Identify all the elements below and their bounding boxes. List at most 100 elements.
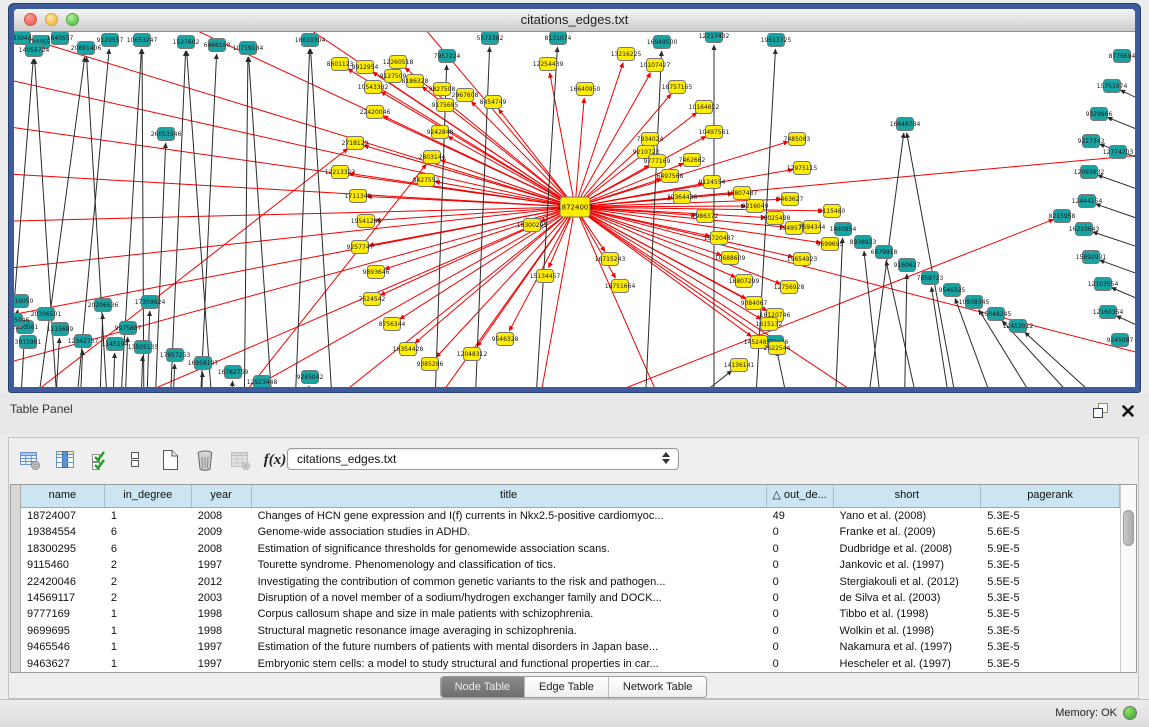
graph-edge <box>1107 117 1135 144</box>
graph-edge <box>172 364 175 387</box>
table-cell: Structural magnetic resonance image aver… <box>252 623 767 639</box>
graph-node-label: 9124554 <box>699 179 726 186</box>
table-row[interactable]: 946362711997Embryonic stem cells: a mode… <box>21 656 1120 672</box>
graph-node-label: 8938923 <box>850 239 877 246</box>
table-cell: 6 <box>105 524 192 540</box>
tab-network-table[interactable]: Network Table <box>609 677 707 697</box>
graph-node-label: 8215958 <box>1049 213 1076 220</box>
float-panel-icon[interactable] <box>1092 402 1109 424</box>
graph-node-label: 9546328 <box>492 336 519 343</box>
cytoscape-screen: citations_edges.txt 18304471203559184055… <box>0 0 1149 727</box>
graph-node-label: 17359924 <box>135 299 166 306</box>
table-cell: 49 <box>767 508 834 524</box>
table-cell: 0 <box>767 524 834 540</box>
column-header-pagerank[interactable]: pagerank <box>981 485 1120 507</box>
table-cell: Hescheler et al. (1997) <box>834 656 982 672</box>
graph-node-label: 2516050 <box>14 298 34 305</box>
close-panel-icon[interactable] <box>1121 404 1135 423</box>
table-cell: 5.3E-5 <box>981 639 1120 655</box>
graph-edge <box>575 98 584 207</box>
column-header-title[interactable]: title <box>252 485 767 507</box>
select-rows-check-icon[interactable] <box>87 447 113 473</box>
new-table-icon[interactable] <box>157 447 183 473</box>
column-header-name[interactable]: name <box>21 485 105 507</box>
graph-edge <box>311 49 334 387</box>
table-cell: Genome-wide association studies in ADHD. <box>252 524 767 540</box>
graph-node-label: 7934024 <box>637 136 664 143</box>
table-cell: 9463627 <box>21 656 105 672</box>
table-cell: 5.3E-5 <box>981 623 1120 639</box>
graph-node-label: 8601123 <box>327 61 354 68</box>
graph-node-label: 20364436 <box>667 194 698 201</box>
table-cell: 0 <box>767 574 834 590</box>
graph-node-label: 9975887 <box>115 325 142 332</box>
column-header-year[interactable]: year <box>192 485 252 507</box>
table-row[interactable]: 911546021997Tourette syndrome. Phenomeno… <box>21 557 1120 573</box>
table-panel-title: Table Panel <box>10 402 73 416</box>
graph-node-label: 20306501 <box>31 311 62 318</box>
tab-node-table[interactable]: Node Table <box>441 677 525 697</box>
table-options-icon[interactable] <box>17 447 43 473</box>
table-cell: Changes of HCN gene expression and I(f) … <box>252 508 767 524</box>
graph-node-label: 18757165 <box>662 84 693 91</box>
graph-node-label: 9160627 <box>894 262 921 269</box>
graph-edge <box>99 314 103 387</box>
vertical-scrollbar[interactable] <box>1120 485 1136 672</box>
table-row[interactable]: 1938455462009Genome-wide association stu… <box>21 524 1120 540</box>
delete-trash-icon[interactable] <box>192 447 218 473</box>
graph-node-label: 12103554 <box>1088 281 1119 288</box>
scrollbar-thumb[interactable] <box>1123 510 1134 546</box>
table-cell: 0 <box>767 656 834 672</box>
graph-node-label: 9699695 <box>817 241 844 248</box>
graph-node-label: 9893646 <box>363 269 390 276</box>
graph-edge <box>244 57 248 387</box>
table-cell: Franke et al. (2009) <box>834 524 982 540</box>
table-selector-dropdown[interactable]: citations_edges.txt <box>287 448 679 470</box>
graph-edge <box>904 274 907 387</box>
table-cell: 1 <box>105 606 192 622</box>
table-row[interactable]: 1830029562008Estimation of significance … <box>21 541 1120 557</box>
graph-node-label: 18300295 <box>517 222 548 229</box>
graph-edge <box>169 51 186 387</box>
memory-ok-indicator[interactable] <box>1123 706 1137 720</box>
graph-node-label: 20206536 <box>88 302 119 309</box>
graph-node-label: 10164612 <box>689 104 720 111</box>
graph-node-label: 7986372 <box>692 213 719 220</box>
table-row[interactable]: 946554611997Estimation of the future num… <box>21 639 1120 655</box>
graph-node-label: 9329966 <box>1086 111 1113 118</box>
table-panel-header: Table Panel <box>0 393 1149 435</box>
table-row[interactable]: 1456911722003Disruption of a novel membe… <box>21 590 1120 606</box>
table-cell: 19384554 <box>21 524 105 540</box>
network-canvas[interactable]: 1830447120355918405571405572420891406912… <box>14 32 1135 387</box>
table-row[interactable]: 2242004622012Investigating the contribut… <box>21 574 1120 590</box>
table-row[interactable]: 1872400712008Changes of HCN gene express… <box>21 508 1120 524</box>
graph-node-label: 13505135 <box>128 344 159 351</box>
table-cell: Stergiakouli et al. (2012) <box>834 574 982 590</box>
graph-node-label: 12975115 <box>787 165 818 172</box>
row-height-icon[interactable] <box>122 447 148 473</box>
graph-node-label: 12260518 <box>383 59 414 66</box>
graph-node-label: 3915901 <box>15 339 42 346</box>
graph-node-label: 8427552 <box>413 177 440 184</box>
function-builder-icon[interactable]: f(x) <box>262 447 288 473</box>
column-header-short[interactable]: short <box>834 485 982 507</box>
table-cell: 1997 <box>192 557 252 573</box>
network-window-titlebar[interactable]: citations_edges.txt <box>14 9 1135 32</box>
graph-node-label: 12254439 <box>533 61 564 68</box>
column-header-in_degree[interactable]: in_degree <box>105 485 192 507</box>
tab-edge-table[interactable]: Edge Table <box>525 677 609 697</box>
column-header-out_de[interactable]: △ out_de... <box>767 485 834 507</box>
table-row[interactable]: 969969511998Structural magnetic resonanc… <box>21 623 1120 639</box>
graph-node-label: 6466160 <box>204 42 231 49</box>
graph-node-label: 2967608 <box>452 92 479 99</box>
graph-node-label: 26053346 <box>151 131 182 138</box>
table-row[interactable]: 977716911998Corpus callosum shape and si… <box>21 606 1120 622</box>
graph-node-label: 12093832 <box>1074 169 1105 176</box>
memory-status-label: Memory: OK <box>1055 707 1117 719</box>
graph-edge <box>1120 90 1135 116</box>
table-cell: Jankovic et al. (1997) <box>834 557 982 573</box>
graph-node-label: 10938345 <box>959 299 990 306</box>
graph-node-label: 12923448 <box>247 379 278 386</box>
select-column-icon[interactable] <box>52 447 78 473</box>
graph-edge <box>448 136 575 207</box>
